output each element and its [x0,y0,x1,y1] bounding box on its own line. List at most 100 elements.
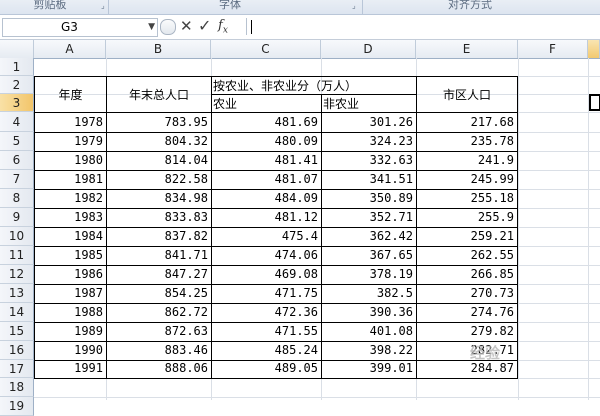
column-header-g[interactable] [588,40,600,58]
row-header-4[interactable]: 4 [0,112,34,132]
row-header-15[interactable]: 15 [0,322,34,341]
cell-year[interactable]: 1984 [34,229,103,243]
header-urban-population[interactable]: 市区人口 [417,86,517,103]
column-header-e[interactable]: E [416,40,518,58]
cell-year[interactable]: 1987 [34,286,103,300]
cell-urban[interactable]: 284.87 [416,361,514,375]
cell-nonagri[interactable]: 401.08 [321,324,413,338]
cell-agri[interactable]: 484.09 [211,191,318,205]
cell-total[interactable]: 783.95 [106,115,208,129]
header-non-agricultural[interactable]: 非农业 [323,95,416,112]
cell-nonagri[interactable]: 362.42 [321,229,413,243]
cell-nonagri[interactable]: 350.89 [321,191,413,205]
cell-agri[interactable]: 469.08 [211,267,318,281]
select-all-corner[interactable] [0,40,34,58]
cell-nonagri[interactable]: 324.23 [321,134,413,148]
cell-year[interactable]: 1979 [34,134,103,148]
cell-nonagri[interactable]: 378.19 [321,267,413,281]
column-header-a[interactable]: A [34,40,106,58]
cell-nonagri[interactable]: 367.65 [321,248,413,262]
row-header-16[interactable]: 16 [0,341,34,360]
cell-total[interactable]: 834.98 [106,191,208,205]
cell-nonagri[interactable]: 352.71 [321,210,413,224]
cell-urban[interactable]: 241.9 [416,153,514,167]
column-header-d[interactable]: D [321,40,416,58]
cell-total[interactable]: 883.46 [106,343,208,357]
cell-total[interactable]: 847.27 [106,267,208,281]
cancel-icon[interactable]: ✕ [180,17,193,35]
cell-year[interactable]: 1981 [34,172,103,186]
chevron-down-icon[interactable]: ▼ [148,19,155,36]
cell-total[interactable]: 822.58 [106,172,208,186]
cell-urban[interactable]: 217.68 [416,115,514,129]
cell-total[interactable]: 837.82 [106,229,208,243]
check-icon[interactable]: ✓ [198,16,211,35]
cell-year[interactable]: 1991 [34,361,103,375]
row-header-11[interactable]: 11 [0,246,34,265]
row-header-1[interactable]: 1 [0,58,34,76]
ribbon-group-clipboard[interactable]: 剪贴板 [10,0,90,13]
cell-nonagri[interactable]: 341.51 [321,172,413,186]
cell-urban[interactable]: 255.18 [416,191,514,205]
column-header-f[interactable]: F [518,40,588,58]
cell-agri[interactable]: 481.07 [211,172,318,186]
cell-total[interactable]: 814.04 [106,153,208,167]
header-agricultural[interactable]: 农业 [213,95,321,112]
active-cell-g3[interactable] [589,94,600,111]
cell-year[interactable]: 1986 [34,267,103,281]
cell-year[interactable]: 1990 [34,343,103,357]
column-header-b[interactable]: B [106,40,211,58]
cell-year[interactable]: 1980 [34,153,103,167]
cell-total[interactable]: 862.72 [106,305,208,319]
cell-year[interactable]: 1985 [34,248,103,262]
name-box[interactable]: G3 ▼ [2,18,158,37]
cell-urban[interactable]: 235.78 [416,134,514,148]
row-header-10[interactable]: 10 [0,227,34,246]
cell-urban[interactable]: 274.76 [416,305,514,319]
row-header-17[interactable]: 17 [0,360,34,378]
cell-year[interactable]: 1983 [34,210,103,224]
cell-urban[interactable]: 255.9 [416,210,514,224]
cell-total[interactable]: 888.06 [106,361,208,375]
cell-nonagri[interactable]: 398.22 [321,343,413,357]
cell-agri[interactable]: 475.4 [211,229,318,243]
cell-year[interactable]: 1982 [34,191,103,205]
row-header-18[interactable]: 18 [0,378,34,397]
cell-agri[interactable]: 485.24 [211,343,318,357]
cell-nonagri[interactable]: 390.36 [321,305,413,319]
font-launcher-icon[interactable]: ⌟ [352,1,356,10]
column-header-c[interactable]: C [211,40,321,58]
row-header-2[interactable]: 2 [0,76,34,94]
cell-urban[interactable]: 266.85 [416,267,514,281]
cell-urban[interactable]: 245.99 [416,172,514,186]
row-header-14[interactable]: 14 [0,303,34,322]
cell-nonagri[interactable]: 301.26 [321,115,413,129]
cell-agri[interactable]: 471.55 [211,324,318,338]
row-header-7[interactable]: 7 [0,170,34,189]
row-header-5[interactable]: 5 [0,132,34,151]
cell-total[interactable]: 841.71 [106,248,208,262]
cell-agri[interactable]: 481.12 [211,210,318,224]
header-total-population[interactable]: 年末总人口 [107,86,211,103]
cell-urban[interactable]: 270.73 [416,286,514,300]
cell-nonagri[interactable]: 399.01 [321,361,413,375]
cell-agri[interactable]: 474.06 [211,248,318,262]
clipboard-launcher-icon[interactable]: ⌟ [101,1,105,10]
row-header-12[interactable]: 12 [0,265,34,284]
cell-agri[interactable]: 472.36 [211,305,318,319]
formula-input[interactable] [246,18,599,35]
row-header-8[interactable]: 8 [0,189,34,208]
cell-total[interactable]: 804.32 [106,134,208,148]
cell-agri[interactable]: 489.05 [211,361,318,375]
cell-year[interactable]: 1988 [34,305,103,319]
cell-total[interactable]: 872.63 [106,324,208,338]
cell-agri[interactable]: 481.41 [211,153,318,167]
resize-handle-icon[interactable] [160,19,176,35]
header-year[interactable]: 年度 [35,86,106,103]
ribbon-group-font[interactable]: 字体 [200,0,260,13]
row-header-13[interactable]: 13 [0,284,34,303]
cell-year[interactable]: 1989 [34,324,103,338]
cell-total[interactable]: 833.83 [106,210,208,224]
cell-agri[interactable]: 481.69 [211,115,318,129]
cell-year[interactable]: 1978 [34,115,103,129]
